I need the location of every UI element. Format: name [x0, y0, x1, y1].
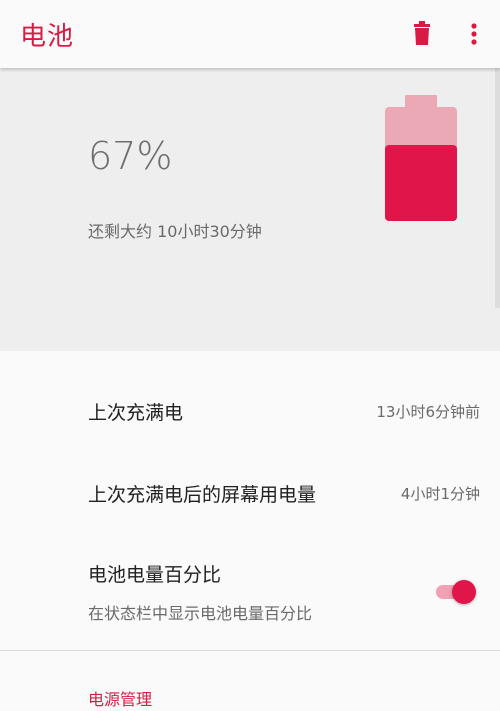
scrollbar[interactable] — [495, 68, 500, 308]
screen-usage-value: 4小时1分钟 — [400, 485, 480, 503]
delete-icon[interactable] — [406, 18, 438, 50]
battery-remaining-time: 还剩大约 10小时30分钟 — [88, 222, 262, 241]
screen-usage-label: 上次充满电后的屏幕用电量 — [88, 484, 317, 506]
battery-level-icon — [385, 95, 457, 221]
last-full-charge-label: 上次充满电 — [88, 402, 184, 424]
battery-percentage-row[interactable]: 电池电量百分比 在状态栏中显示电池电量百分比 — [0, 542, 500, 642]
battery-summary-panel: 67% 还剩大约 10小时30分钟 — [0, 68, 500, 351]
screen-usage-row[interactable]: 上次充满电后的屏幕用电量 4小时1分钟 — [0, 460, 500, 524]
toggle-thumb — [452, 580, 476, 604]
app-bar: 电池 — [0, 0, 500, 68]
battery-percent: 67% — [88, 134, 173, 178]
power-management-header: 电源管理 — [88, 690, 153, 709]
page-title: 电池 — [20, 22, 75, 52]
battery-settings-screen: 电池 67% 还剩大约 10小时30分钟 上次充满电 13小时6分钟前 上次充满… — [0, 0, 500, 711]
divider — [0, 650, 500, 651]
battery-percentage-label: 电池电量百分比 — [88, 564, 222, 586]
battery-percentage-summary: 在状态栏中显示电池电量百分比 — [88, 604, 313, 623]
last-full-charge-row[interactable]: 上次充满电 13小时6分钟前 — [0, 378, 500, 442]
more-vert-icon[interactable] — [458, 18, 490, 50]
battery-percentage-toggle[interactable] — [434, 578, 478, 606]
last-full-charge-value: 13小时6分钟前 — [376, 403, 480, 421]
